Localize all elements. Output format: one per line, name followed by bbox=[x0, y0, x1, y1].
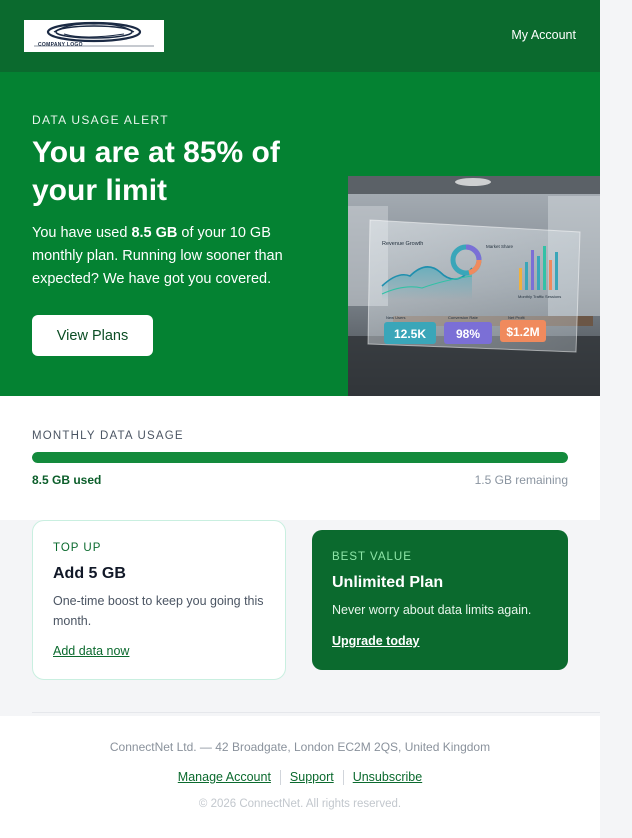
kpi-label-users: New Users bbox=[386, 315, 406, 320]
view-plans-button[interactable]: View Plans bbox=[32, 315, 153, 356]
unsubscribe-link[interactable]: Unsubscribe bbox=[347, 770, 428, 784]
best-value-eyebrow: BEST VALUE bbox=[332, 551, 412, 563]
hero-section: DATA USAGE ALERT You are at 85% of your … bbox=[0, 72, 600, 396]
donut-label-text: Market Share bbox=[486, 244, 514, 249]
kpi-label-conversion: Conversion Rate bbox=[448, 315, 479, 320]
footer-links: Manage Account Support Unsubscribe bbox=[0, 770, 600, 786]
usage-used-text: 8.5 GB used bbox=[32, 473, 102, 487]
panel-title-text: Revenue Growth bbox=[382, 241, 423, 247]
link-separator bbox=[279, 770, 281, 786]
hero-body: You have used 8.5 GB of your 10 GB month… bbox=[32, 222, 302, 291]
top-up-eyebrow: TOP UP bbox=[53, 542, 102, 554]
kpi-value-conversion: 98% bbox=[456, 327, 480, 341]
unlimited-plan-title: Unlimited Plan bbox=[332, 574, 444, 591]
header-bar: COMPANY LOGO My Account bbox=[0, 0, 600, 72]
usage-remaining-text: 1.5 GB remaining bbox=[474, 473, 568, 487]
unlimited-plan-card: BEST VALUE Unlimited Plan Never worry ab… bbox=[312, 530, 568, 670]
dashboard-photo-illustration: Revenue Growth Market Share Monthly Traf… bbox=[348, 176, 600, 396]
top-up-description: One-time boost to keep you going this mo… bbox=[53, 594, 264, 628]
footer: ConnectNet Ltd. — 42 Broadgate, London E… bbox=[0, 716, 600, 838]
bars-label-text: Monthly Traffic Sessions bbox=[518, 294, 561, 299]
link-separator bbox=[342, 770, 344, 786]
add-data-link[interactable]: Add data now bbox=[53, 644, 129, 658]
upgrade-today-link[interactable]: Upgrade today bbox=[332, 634, 420, 648]
top-up-title: Add 5 GB bbox=[53, 565, 126, 582]
kpi-label-profit: Net Profit bbox=[508, 315, 526, 320]
my-account-link[interactable]: My Account bbox=[511, 28, 576, 42]
usage-section: MONTHLY DATA USAGE 8.5 GB used 1.5 GB re… bbox=[0, 396, 600, 520]
unlimited-plan-description: Never worry about data limits again. bbox=[332, 603, 532, 617]
company-logo[interactable]: COMPANY LOGO bbox=[24, 20, 164, 52]
hero-body-start: You have used bbox=[32, 225, 132, 241]
kpi-value-users: 12.5K bbox=[394, 327, 426, 341]
usage-progress-track bbox=[32, 452, 568, 463]
email-body: COMPANY LOGO My Account DATA USAGE ALERT… bbox=[0, 0, 600, 838]
usage-label: MONTHLY DATA USAGE bbox=[32, 430, 184, 442]
manage-account-link[interactable]: Manage Account bbox=[172, 770, 277, 784]
company-address: ConnectNet Ltd. — 42 Broadgate, London E… bbox=[109, 740, 491, 754]
usage-progress-fill bbox=[32, 452, 568, 463]
footer-divider bbox=[32, 712, 600, 713]
top-up-card: TOP UP Add 5 GB One-time boost to keep y… bbox=[32, 520, 286, 680]
logo-caption: COMPANY LOGO bbox=[38, 42, 83, 48]
kpi-value-profit: $1.2M bbox=[506, 325, 539, 339]
hero-image: Revenue Growth Market Share Monthly Traf… bbox=[348, 176, 600, 396]
copyright-text: © 2026 ConnectNet. All rights reserved. bbox=[198, 798, 402, 810]
hero-body-usage: 8.5 GB bbox=[131, 225, 178, 241]
support-link[interactable]: Support bbox=[284, 770, 340, 784]
hero-title: You are at 85% of your limit bbox=[32, 136, 280, 207]
alert-eyebrow: DATA USAGE ALERT bbox=[32, 113, 169, 127]
